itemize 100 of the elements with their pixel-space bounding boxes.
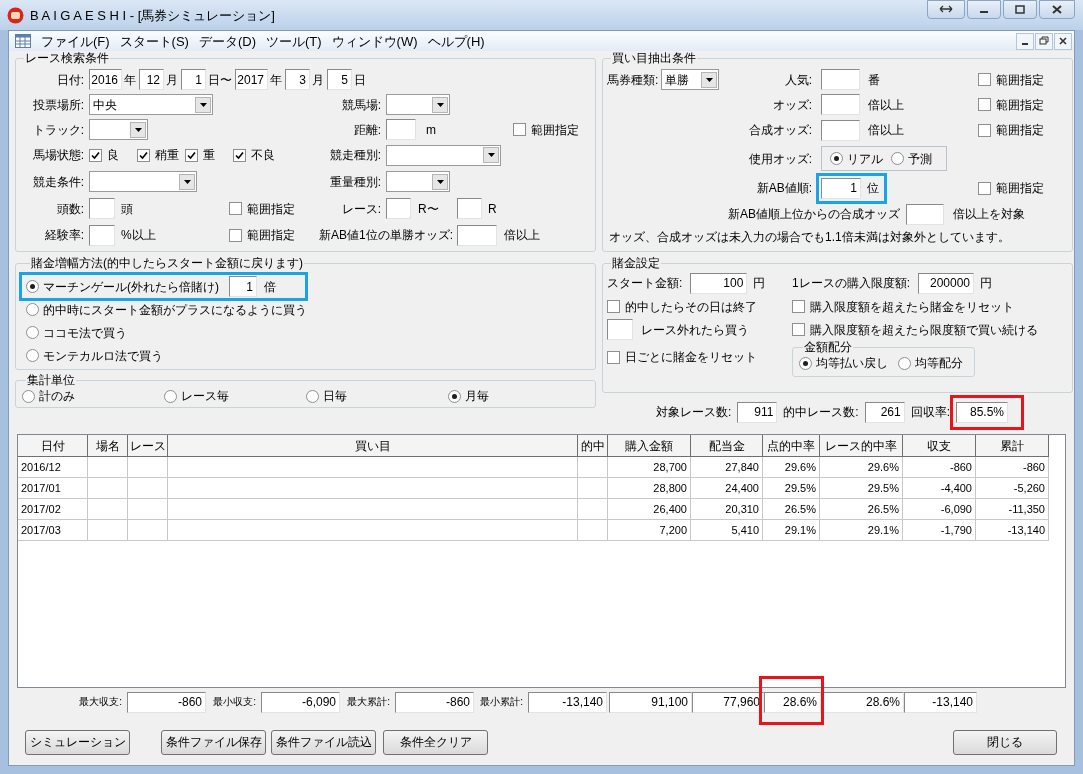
input-field[interactable]: -860 (127, 691, 206, 713)
input-field[interactable]: 3 (285, 69, 310, 90)
input-field[interactable]: 1 (821, 177, 861, 199)
checkbox[interactable] (792, 300, 805, 313)
table-cell: 29.5% (763, 478, 820, 499)
checkbox[interactable] (978, 181, 991, 195)
input-field[interactable]: 261 (864, 401, 905, 423)
radio-button[interactable] (26, 326, 39, 339)
input-field[interactable]: -13,140 (904, 691, 977, 713)
checkbox[interactable] (229, 202, 242, 215)
input-field[interactable] (607, 319, 633, 340)
button[interactable]: 条件ファイル読込 (271, 729, 376, 755)
radio-button[interactable] (164, 389, 177, 403)
input-field[interactable]: 28.6% (764, 691, 821, 713)
input-field[interactable]: 5 (327, 69, 352, 90)
input-field[interactable] (89, 198, 115, 219)
input-field[interactable] (89, 224, 115, 246)
column-header[interactable]: 配当金 (691, 435, 763, 457)
radio-button[interactable] (306, 389, 319, 403)
radio-button[interactable] (22, 389, 35, 403)
radio-button[interactable] (830, 152, 843, 165)
close-icon[interactable] (1039, 0, 1075, 19)
radio-button[interactable] (898, 356, 911, 370)
input-field[interactable]: 77,960 (692, 691, 764, 713)
input-field[interactable]: 12 (139, 69, 164, 90)
maximize-icon[interactable] (1003, 0, 1037, 19)
radio-button[interactable] (26, 280, 39, 293)
input-field[interactable]: -13,140 (528, 691, 607, 713)
column-header[interactable]: 的中 (578, 435, 608, 457)
column-header[interactable]: 場名 (88, 435, 128, 457)
radio-button[interactable] (448, 389, 461, 403)
minimize-icon[interactable] (967, 0, 1001, 19)
radio-button[interactable] (891, 152, 904, 165)
input-field[interactable] (906, 203, 944, 225)
checkbox[interactable] (978, 98, 991, 111)
minimize-icon[interactable] (1016, 32, 1034, 50)
dropdown[interactable] (89, 171, 197, 192)
column-header[interactable]: 購入金額 (608, 435, 691, 457)
button[interactable]: 条件ファイル保存 (161, 729, 266, 755)
button[interactable]: 閉じる (953, 729, 1057, 755)
dropdown[interactable] (386, 171, 450, 192)
dropdown[interactable] (386, 94, 450, 115)
button[interactable]: シミュレーション (25, 729, 130, 755)
menu-item[interactable]: ウィンドウ(W) (331, 34, 418, 48)
checkbox[interactable] (229, 228, 242, 242)
input-field[interactable] (457, 198, 482, 219)
column-header[interactable]: 買い目 (168, 435, 578, 457)
radio-button[interactable] (26, 303, 39, 316)
dropdown[interactable] (89, 119, 148, 140)
dropdown[interactable] (386, 144, 501, 166)
input-field[interactable] (821, 69, 860, 90)
menu-item[interactable]: データ(D) (198, 34, 256, 48)
input-field[interactable]: 100 (690, 272, 748, 294)
input-field[interactable]: 200000 (918, 272, 974, 294)
input-field[interactable]: -6,090 (261, 691, 340, 713)
input-field[interactable]: 1 (229, 276, 257, 297)
column-header[interactable]: 累計 (976, 435, 1049, 457)
menu-item[interactable]: ツール(T) (266, 34, 322, 48)
checkbox[interactable] (89, 148, 102, 162)
checkbox[interactable] (233, 148, 246, 162)
input-field[interactable]: 1 (181, 69, 206, 90)
menu-item[interactable]: スタート(S) (119, 34, 189, 48)
checkbox[interactable] (137, 148, 150, 162)
input-field[interactable]: -860 (395, 691, 474, 713)
input-field[interactable] (386, 119, 416, 140)
dropdown[interactable]: 単勝 (661, 69, 720, 90)
column-header[interactable]: 点的中率 (763, 435, 820, 457)
resize-icon[interactable] (927, 0, 965, 19)
input-field[interactable] (386, 198, 411, 219)
menu-item[interactable]: ヘルプ(H) (427, 34, 485, 48)
checkbox[interactable] (185, 148, 198, 162)
checkbox[interactable] (978, 73, 991, 86)
input-field[interactable] (457, 224, 497, 246)
radio-button[interactable] (799, 356, 812, 370)
column-header[interactable]: 日付 (18, 435, 88, 457)
input-field[interactable]: 911 (737, 401, 778, 423)
close-icon[interactable] (1054, 32, 1072, 50)
column-header[interactable]: 収支 (903, 435, 976, 457)
input-field[interactable]: 2016 (89, 69, 122, 90)
field-label: m (426, 123, 436, 136)
input-field[interactable]: 2017 (235, 69, 268, 90)
radio-button[interactable] (26, 349, 39, 362)
dropdown[interactable]: 中央 (89, 94, 213, 115)
input-field[interactable]: 91,100 (609, 691, 692, 713)
button[interactable]: 条件全クリア (383, 729, 488, 755)
input-field[interactable]: 28.6% (821, 691, 904, 713)
column-header[interactable]: レース (128, 435, 168, 457)
input-field[interactable]: 85.5% (956, 401, 1009, 423)
checkbox[interactable] (607, 300, 620, 313)
input-field[interactable] (821, 94, 860, 115)
checkbox[interactable] (607, 350, 620, 364)
restore-icon[interactable] (1035, 32, 1053, 50)
column-header[interactable]: レース的中率 (820, 435, 903, 457)
field-label: 倍 (264, 280, 276, 293)
checkbox[interactable] (978, 123, 991, 137)
table-cell (128, 520, 168, 541)
input-field[interactable] (821, 119, 860, 141)
checkbox[interactable] (792, 323, 805, 336)
checkbox[interactable] (513, 123, 526, 136)
menu-item[interactable]: ファイル(F) (41, 34, 110, 48)
